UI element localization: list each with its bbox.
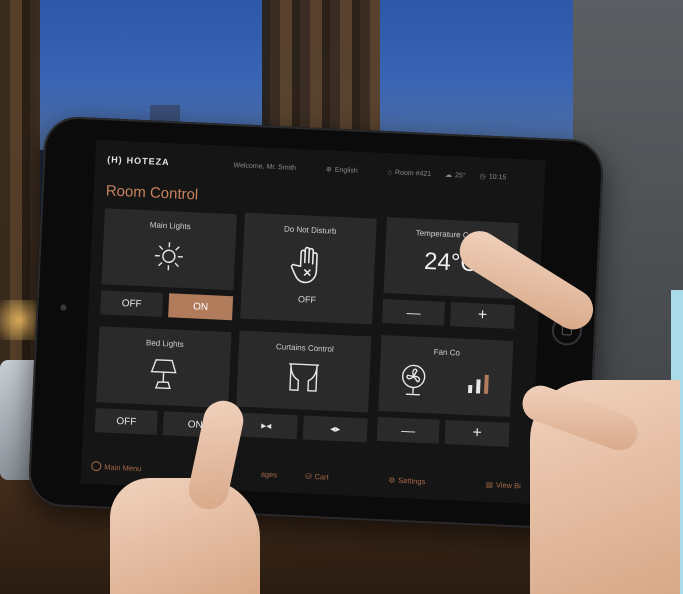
main-lights-label: Main Lights bbox=[149, 220, 191, 232]
clock-icon: ◷ bbox=[479, 173, 486, 181]
temperature-increase-button[interactable]: + bbox=[449, 302, 516, 329]
brand-name: HOTEZA bbox=[126, 155, 170, 168]
sun-icon bbox=[102, 235, 235, 277]
page-title: Room Control bbox=[105, 182, 199, 204]
curtains-label: Curtains Control bbox=[275, 342, 334, 354]
room-number: ⌂ Room #421 bbox=[388, 169, 432, 178]
fan-increase-button[interactable]: + bbox=[444, 419, 510, 447]
lamp-glow bbox=[0, 300, 40, 340]
cart-link[interactable]: ⛁ Cart bbox=[277, 470, 357, 483]
cart-icon: ⛁ bbox=[305, 471, 312, 481]
dnd-label: Do Not Disturb bbox=[283, 224, 337, 236]
view-bill-link[interactable]: ▤ View Bi bbox=[457, 478, 521, 490]
tablet: (H) HOTEZA Welcome, Mr. Smith ⊕ English … bbox=[27, 115, 605, 531]
home-icon: ⌂ bbox=[387, 168, 393, 176]
main-lights-off-button[interactable]: OFF bbox=[100, 290, 164, 318]
cloud-icon: ☁ bbox=[444, 171, 453, 180]
view-bill-label: View Bi bbox=[495, 479, 522, 490]
tablet-camera bbox=[60, 304, 67, 311]
logo-icon: (H) bbox=[106, 154, 123, 166]
bed-lights-label: Bed Lights bbox=[145, 338, 184, 350]
fan-control-card: Fan Co bbox=[378, 334, 514, 417]
tablet-screen: (H) HOTEZA Welcome, Mr. Smith ⊕ English … bbox=[80, 139, 546, 504]
settings-label: Settings bbox=[398, 475, 426, 486]
settings-link[interactable]: ⚙ Settings bbox=[357, 474, 457, 488]
messages-label: ages bbox=[260, 469, 278, 479]
clock: ◷ 10:15 bbox=[480, 172, 507, 181]
curtains-close-button[interactable]: ▸◂ bbox=[234, 412, 298, 440]
room-label: Room #421 bbox=[394, 168, 432, 178]
bed-lights-card: Bed Lights bbox=[96, 326, 232, 409]
curtains-icon bbox=[237, 358, 370, 398]
main-lights-card: Main Lights bbox=[101, 208, 237, 291]
bed-lights-off-button[interactable]: OFF bbox=[94, 408, 158, 435]
cart-label: Cart bbox=[314, 471, 329, 482]
fan-label: Fan Co bbox=[433, 347, 461, 358]
menu-icon bbox=[91, 460, 102, 472]
language-selector[interactable]: ⊕ English bbox=[326, 165, 358, 174]
left-hand bbox=[110, 478, 260, 594]
lamp-icon bbox=[97, 353, 230, 395]
do-not-disturb-card[interactable]: Do Not Disturb OFF bbox=[240, 212, 377, 325]
top-bar: (H) HOTEZA Welcome, Mr. Smith ⊕ English … bbox=[107, 150, 535, 187]
main-menu-label: Main Menu bbox=[104, 462, 142, 473]
gear-icon: ⚙ bbox=[388, 474, 396, 485]
hoteza-logo: (H) HOTEZA bbox=[107, 154, 170, 167]
weather: ☁ 25° bbox=[445, 171, 466, 180]
weather-label: 25° bbox=[454, 171, 466, 180]
welcome-text: Welcome, Mr. Smith bbox=[233, 161, 297, 172]
language-label: English bbox=[334, 166, 358, 175]
temperature-decrease-button[interactable]: — bbox=[382, 299, 446, 326]
bill-icon: ▤ bbox=[485, 479, 494, 489]
fan-icon bbox=[398, 363, 430, 403]
dnd-state: OFF bbox=[297, 294, 317, 305]
hand-stop-icon bbox=[242, 240, 376, 290]
fan-decrease-button[interactable]: — bbox=[376, 416, 440, 444]
curtains-open-button[interactable]: ◂▸ bbox=[302, 415, 368, 443]
globe-icon: ⊕ bbox=[325, 166, 332, 174]
time-label: 10:15 bbox=[488, 173, 507, 181]
curtains-control-card: Curtains Control bbox=[236, 330, 372, 413]
main-lights-on-button[interactable]: ON bbox=[168, 293, 234, 321]
main-menu-link[interactable]: Main Menu bbox=[91, 460, 181, 475]
fan-speed-bars-icon bbox=[466, 371, 493, 401]
